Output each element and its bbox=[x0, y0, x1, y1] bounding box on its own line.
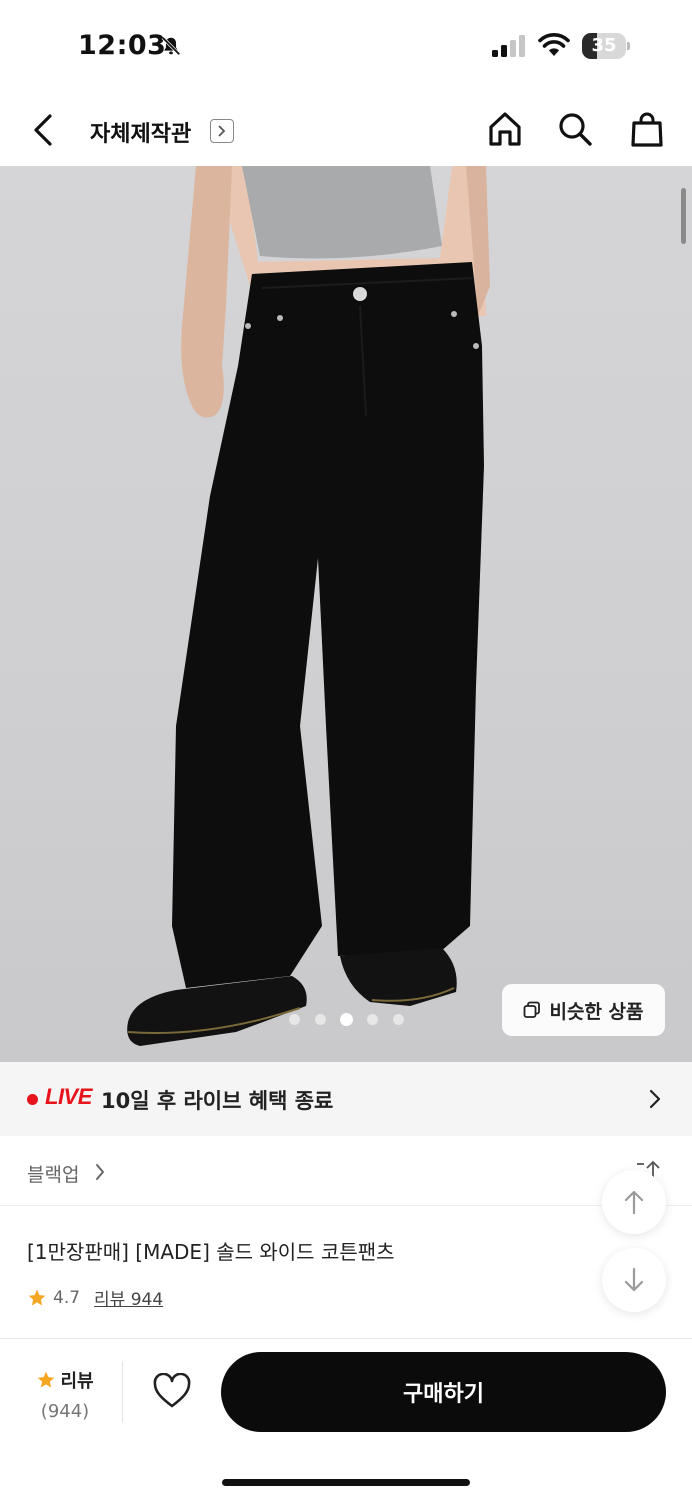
star-icon bbox=[28, 1289, 46, 1305]
arrow-up-icon bbox=[624, 1190, 644, 1215]
store-link-chevron-icon[interactable] bbox=[210, 119, 234, 143]
bottom-review-button[interactable]: 리뷰 (944) bbox=[30, 1367, 100, 1422]
chevron-right-icon bbox=[649, 1089, 661, 1109]
home-indicator bbox=[222, 1479, 470, 1486]
review-count-link[interactable]: 리뷰 944 bbox=[94, 1285, 163, 1310]
search-icon[interactable] bbox=[556, 110, 594, 148]
similar-products-button[interactable]: 비슷한 상품 bbox=[502, 984, 665, 1036]
status-bar: 12:03 35 bbox=[0, 0, 692, 92]
home-icon[interactable] bbox=[486, 110, 524, 148]
scroll-down-button[interactable] bbox=[602, 1248, 666, 1312]
product-rating: 4.7 리뷰 944 bbox=[27, 1285, 163, 1310]
back-arrow-icon[interactable] bbox=[28, 112, 60, 148]
product-photo bbox=[127, 166, 490, 1046]
battery-level-label: 35 bbox=[591, 35, 617, 56]
scroll-up-button[interactable] bbox=[602, 1170, 666, 1234]
live-dot-icon bbox=[27, 1094, 38, 1105]
shopping-bag-icon[interactable] bbox=[628, 110, 666, 148]
brand-chevron-icon[interactable] bbox=[94, 1163, 106, 1181]
bottom-review-count: (944) bbox=[40, 1401, 90, 1422]
brand-link[interactable]: 블랙업 bbox=[27, 1160, 79, 1187]
top-navigation: 자체제작관 bbox=[0, 92, 692, 166]
product-image-gallery[interactable]: 비슷한 상품 bbox=[0, 166, 692, 1062]
buy-button[interactable]: 구매하기 bbox=[221, 1352, 666, 1432]
similar-products-label: 비슷한 상품 bbox=[549, 1000, 644, 1023]
product-title: [1만장판매] [MADE] 솔드 와이드 코튼팬츠 bbox=[27, 1240, 395, 1264]
arrow-down-icon bbox=[624, 1267, 644, 1292]
rating-score: 4.7 bbox=[53, 1287, 81, 1308]
status-time: 12:03 bbox=[78, 30, 167, 61]
star-icon bbox=[38, 1371, 55, 1388]
battery-indicator: 35 bbox=[582, 33, 630, 59]
cellular-signal-icon bbox=[492, 35, 525, 57]
heart-icon[interactable] bbox=[152, 1373, 192, 1409]
bell-mute-icon bbox=[161, 36, 181, 56]
brand-row: 블랙업 bbox=[0, 1136, 692, 1206]
live-label: LIVE bbox=[45, 1084, 92, 1109]
bottom-action-bar: 리뷰 (944) 구매하기 bbox=[0, 1339, 692, 1500]
vertical-divider bbox=[122, 1361, 123, 1423]
bottom-review-label: 리뷰 bbox=[60, 1371, 94, 1392]
live-benefit-text: 10일 후 라이브 혜택 종료 bbox=[101, 1089, 334, 1113]
store-name-link[interactable]: 자체제작관 bbox=[90, 116, 191, 148]
wifi-icon bbox=[538, 33, 570, 56]
live-benefit-banner[interactable]: LIVE 10일 후 라이브 혜택 종료 bbox=[0, 1062, 692, 1136]
copy-icon bbox=[524, 1001, 541, 1018]
scroll-indicator bbox=[681, 188, 686, 244]
